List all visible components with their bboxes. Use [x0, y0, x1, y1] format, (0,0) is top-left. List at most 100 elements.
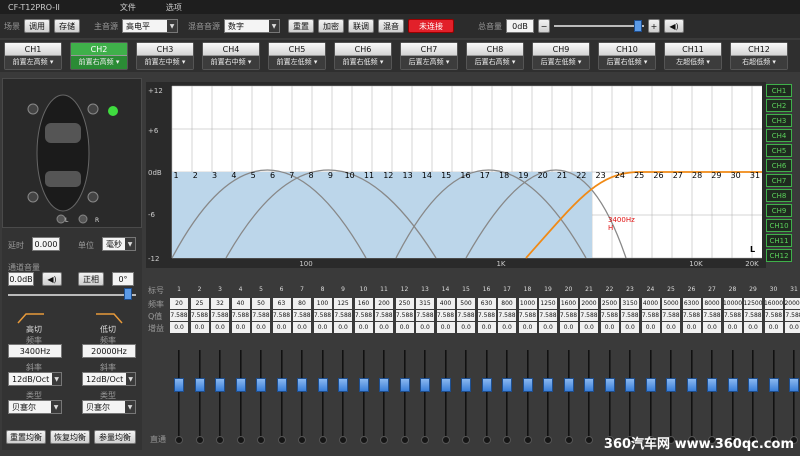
band-label[interactable]: 25 — [634, 171, 644, 180]
gain-slider-track[interactable] — [670, 350, 672, 436]
band-frequency-input[interactable]: 1000 — [518, 298, 537, 309]
channel-button-ch4[interactable]: CH4 前置右中频 ▾ — [202, 42, 260, 70]
link-item-ch3[interactable]: CH3 — [766, 114, 792, 127]
bypass-toggle[interactable] — [441, 436, 450, 444]
speaker-icon[interactable]: ◀) — [664, 19, 684, 33]
gain-slider-track[interactable] — [588, 350, 590, 436]
lp-type-select[interactable]: 贝塞尔 ▼ — [82, 400, 136, 414]
gain-slider-track[interactable] — [280, 350, 283, 436]
band-label[interactable]: 13 — [403, 171, 413, 180]
car-speaker-view[interactable]: L R — [2, 78, 142, 228]
gain-slider-thumb[interactable] — [215, 378, 225, 392]
gain-slider-track[interactable] — [444, 350, 447, 436]
band-q-input[interactable]: 7.588 — [662, 310, 680, 321]
band-frequency-input[interactable]: 5000 — [662, 298, 680, 309]
gain-slider-track[interactable] — [793, 350, 795, 436]
channel-button-ch10[interactable]: CH10 后置右低频 ▾ — [598, 42, 656, 70]
band-q-input[interactable]: 7.588 — [682, 310, 701, 321]
gain-slider-thumb[interactable] — [256, 378, 266, 392]
gain-slider-track[interactable] — [260, 350, 262, 436]
band-gain-input[interactable]: 0.0 — [457, 322, 475, 333]
gain-slider-thumb[interactable] — [174, 378, 184, 392]
band-label[interactable]: 23 — [596, 171, 606, 180]
gain-slider-track[interactable] — [649, 350, 652, 436]
gain-slider-track[interactable] — [547, 350, 549, 436]
link-item-ch10[interactable]: CH10 — [766, 219, 792, 232]
lp-freq-input[interactable]: 20000Hz — [82, 344, 136, 358]
band-q-input[interactable]: 7.588 — [293, 310, 311, 321]
band-q-input[interactable]: 7.588 — [641, 310, 660, 321]
band-q-input[interactable]: 7.588 — [559, 310, 578, 321]
gain-slider-track[interactable] — [690, 350, 693, 436]
link-item-ch9[interactable]: CH9 — [766, 204, 792, 217]
bypass-toggle[interactable] — [216, 436, 224, 444]
bypass-toggle[interactable] — [195, 436, 204, 444]
bypass-toggle[interactable] — [277, 436, 286, 444]
band-label[interactable]: 15 — [441, 171, 451, 180]
band-label[interactable]: 24 — [615, 171, 625, 180]
gain-slider-thumb[interactable] — [399, 378, 410, 392]
band-gain-input[interactable]: 0.0 — [272, 322, 291, 333]
band-frequency-input[interactable]: 20000 — [784, 298, 800, 309]
bypass-toggle[interactable] — [462, 436, 470, 444]
gain-slider-track[interactable] — [362, 350, 365, 436]
link-item-ch4[interactable]: CH4 — [766, 129, 792, 142]
band-gain-input[interactable]: 0.0 — [211, 322, 229, 333]
link-item-ch5[interactable]: CH5 — [766, 144, 792, 157]
band-gain-input[interactable]: 0.0 — [703, 322, 721, 333]
band-frequency-input[interactable]: 200 — [375, 298, 393, 309]
hp-slope-select[interactable]: 12dB/Oct ▼ — [8, 372, 62, 386]
band-q-input[interactable]: 7.588 — [580, 310, 598, 321]
band-label[interactable]: 19 — [518, 171, 528, 180]
band-frequency-input[interactable]: 16000 — [764, 298, 783, 309]
channel-button-ch6[interactable]: CH6 前置右低频 ▾ — [334, 42, 392, 70]
gain-slider-thumb[interactable] — [317, 378, 328, 392]
gain-slider-track[interactable] — [321, 350, 324, 436]
channel-button-ch2[interactable]: CH2 前置右高频 ▾ — [70, 42, 128, 70]
band-label[interactable]: 7 — [289, 171, 294, 180]
band-label[interactable]: 31 — [750, 171, 760, 180]
band-q-input[interactable]: 7.588 — [539, 310, 557, 321]
band-label[interactable]: 27 — [673, 171, 683, 180]
reset-eq-button[interactable]: 重置均衡 — [6, 430, 46, 444]
gain-slider-track[interactable] — [485, 350, 488, 436]
band-q-input[interactable]: 7.588 — [785, 310, 800, 321]
hp-type-select[interactable]: 贝塞尔 ▼ — [8, 400, 62, 414]
gain-slider-thumb[interactable] — [789, 378, 799, 392]
channel-button-ch9[interactable]: CH9 后置左低频 ▾ — [532, 42, 590, 70]
band-label[interactable]: 3 — [212, 171, 217, 180]
volume-down-icon[interactable]: − — [538, 19, 550, 33]
band-label[interactable]: 8 — [309, 171, 314, 180]
link-button[interactable]: 联调 — [348, 19, 374, 33]
gain-slider-thumb[interactable] — [584, 378, 594, 392]
band-label[interactable]: 30 — [731, 171, 741, 180]
gain-slider-thumb[interactable] — [686, 378, 697, 392]
band-frequency-input[interactable]: 630 — [477, 298, 496, 309]
band-label[interactable]: 4 — [231, 171, 236, 180]
source-select[interactable]: 高电平 ▼ — [122, 19, 178, 33]
bypass-toggle[interactable] — [421, 436, 429, 444]
gain-slider-track[interactable] — [239, 350, 242, 436]
gain-slider-thumb[interactable] — [276, 378, 287, 392]
band-q-input[interactable]: 7.588 — [211, 310, 229, 321]
eq-response-graph[interactable]: 1 2 3 4 5 6 7 8 9 10 11 12 13 14 15 16 17 18 19 20 21 22 23 24 2… — [146, 82, 766, 268]
gain-slider-thumb[interactable] — [625, 378, 635, 392]
gain-slider-track[interactable] — [772, 350, 775, 436]
band-label[interactable]: 17 — [480, 171, 490, 180]
gain-slider-thumb[interactable] — [645, 378, 656, 392]
bypass-toggle[interactable] — [564, 436, 573, 444]
bypass-toggle[interactable] — [482, 436, 491, 444]
band-gain-input[interactable]: 0.0 — [764, 322, 783, 333]
band-q-input[interactable]: 7.588 — [334, 310, 352, 321]
gain-slider-thumb[interactable] — [563, 378, 574, 392]
band-gain-input[interactable]: 0.0 — [170, 322, 188, 333]
bypass-toggle[interactable] — [585, 436, 593, 444]
link-item-ch7[interactable]: CH7 — [766, 174, 792, 187]
band-q-input[interactable]: 7.588 — [498, 310, 516, 321]
band-q-input[interactable]: 7.588 — [375, 310, 393, 321]
encrypt-button[interactable]: 加密 — [318, 19, 344, 33]
band-frequency-input[interactable]: 400 — [436, 298, 455, 309]
bypass-toggle[interactable] — [339, 436, 347, 444]
gain-slider-thumb[interactable] — [379, 378, 389, 392]
band-gain-input[interactable]: 0.0 — [436, 322, 455, 333]
